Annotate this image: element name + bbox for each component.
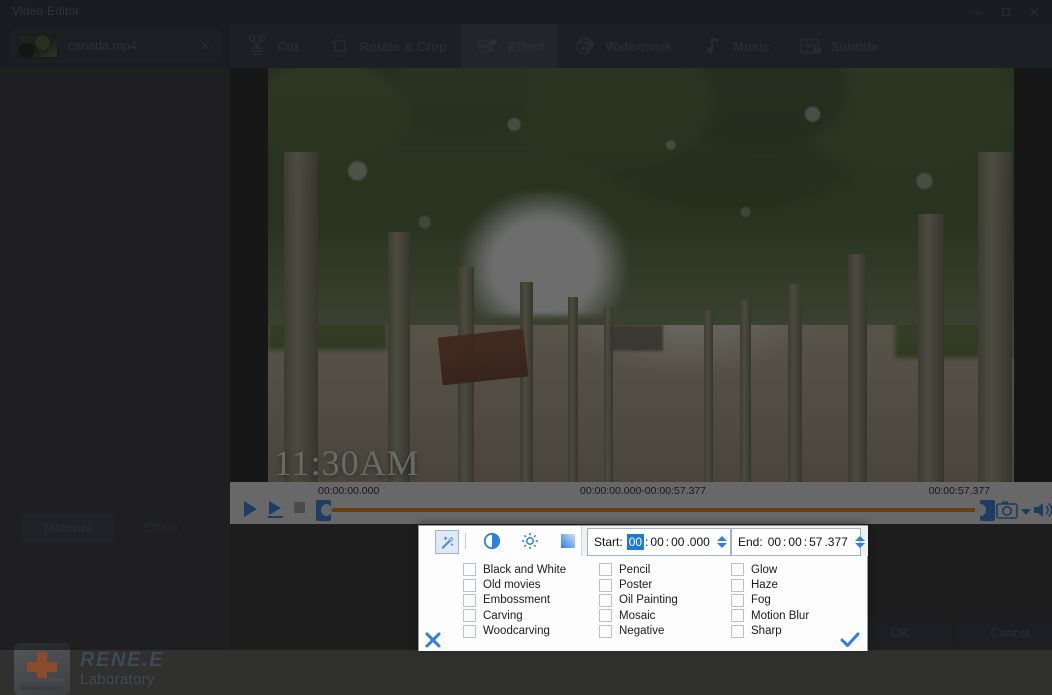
checkbox-label: Black and White <box>483 564 566 576</box>
checkbox-box[interactable] <box>463 579 476 592</box>
checkbox-row[interactable]: Oil Painting <box>599 593 678 608</box>
end-seconds[interactable]: 57 <box>808 535 823 549</box>
checkbox-box[interactable] <box>599 594 612 607</box>
checkbox-box[interactable] <box>463 609 476 622</box>
checkbox-label: Sharp <box>751 625 782 637</box>
end-minutes[interactable]: 00 <box>787 535 802 549</box>
checkbox-box[interactable] <box>599 625 612 638</box>
start-seconds[interactable]: 00 <box>670 535 685 549</box>
end-time-field[interactable]: End: 00 : 00 : 57 .377 <box>731 528 861 556</box>
brand-name: RENE.E <box>80 650 164 672</box>
start-minutes[interactable]: 00 <box>649 535 664 549</box>
start-time-label: Start: <box>588 535 627 549</box>
brand-logo: RENE.E Laboratory <box>14 643 164 695</box>
checkbox-box[interactable] <box>599 579 612 592</box>
checkbox-label: Mosaic <box>619 610 655 622</box>
checkbox-label: Pencil <box>619 564 650 576</box>
checkbox-box[interactable] <box>599 609 612 622</box>
checkbox-row[interactable]: Old movies <box>463 577 566 592</box>
checkbox-label: Fog <box>751 594 771 606</box>
start-time-field[interactable]: Start: 00 : 00 : 00 .000 <box>587 528 731 556</box>
effect-tool-row: Start: 00 : 00 : 00 .000 End: 00 : 00 : … <box>419 526 867 556</box>
checkbox-label: Motion Blur <box>751 610 809 622</box>
end-millis[interactable]: .377 <box>823 535 848 549</box>
effect-confirm-check-icon[interactable] <box>840 631 860 654</box>
checkbox-row[interactable]: Pencil <box>599 562 678 577</box>
checkbox-label: Woodcarving <box>483 625 550 637</box>
checkbox-row[interactable]: Woodcarving <box>463 624 566 639</box>
checkbox-box[interactable] <box>731 625 744 638</box>
checkbox-box[interactable] <box>599 563 612 576</box>
magic-wand-icon[interactable] <box>435 530 459 554</box>
start-time-stepper[interactable] <box>717 536 727 548</box>
end-time-stepper[interactable] <box>855 536 865 548</box>
contrast-icon[interactable] <box>481 530 503 552</box>
checkbox-label: Carving <box>483 610 523 622</box>
checkbox-row[interactable]: Motion Blur <box>731 608 809 623</box>
checkbox-box[interactable] <box>463 563 476 576</box>
checkbox-row[interactable]: Embossment <box>463 593 566 608</box>
start-millis[interactable]: .000 <box>685 535 710 549</box>
effect-column-1: Black and White Old movies Embossment Ca… <box>463 562 566 639</box>
end-hours[interactable]: 00 <box>767 535 782 549</box>
checkbox-label: Old movies <box>483 579 541 591</box>
toolbar-divider <box>465 533 466 549</box>
checkbox-label: Negative <box>619 625 664 637</box>
checkbox-row[interactable]: Poster <box>599 577 678 592</box>
gradient-square-icon[interactable] <box>557 530 579 552</box>
effect-cancel-x-icon[interactable] <box>424 631 442 654</box>
checkbox-label: Embossment <box>483 594 550 606</box>
checkbox-row[interactable]: Fog <box>731 593 809 608</box>
checkbox-box[interactable] <box>463 594 476 607</box>
checkbox-row[interactable]: Mosaic <box>599 608 678 623</box>
checkbox-row[interactable]: Carving <box>463 608 566 623</box>
checkbox-label: Haze <box>751 579 778 591</box>
checkbox-box[interactable] <box>731 609 744 622</box>
checkbox-box[interactable] <box>731 594 744 607</box>
checkbox-label: Oil Painting <box>619 594 678 606</box>
brightness-icon[interactable] <box>519 530 541 552</box>
checkbox-box[interactable] <box>463 625 476 638</box>
checkbox-row[interactable]: Haze <box>731 577 809 592</box>
checkbox-row[interactable]: Glow <box>731 562 809 577</box>
effect-column-3: Glow Haze Fog Motion Blur Sharp <box>731 562 809 639</box>
checkbox-row[interactable]: Sharp <box>731 624 809 639</box>
checkbox-label: Glow <box>751 564 777 576</box>
effect-column-2: Pencil Poster Oil Painting Mosaic Negati… <box>599 562 678 639</box>
rene-e-logo-icon <box>14 643 70 695</box>
end-time-label: End: <box>732 535 767 549</box>
effect-checkbox-grid: Black and White Old movies Embossment Ca… <box>419 562 867 644</box>
checkbox-row[interactable]: Negative <box>599 624 678 639</box>
checkbox-row[interactable]: Black and White <box>463 562 566 577</box>
checkbox-box[interactable] <box>731 579 744 592</box>
brand-subtitle: Laboratory <box>80 672 164 688</box>
checkbox-box[interactable] <box>731 563 744 576</box>
checkbox-label: Poster <box>619 579 652 591</box>
start-hours[interactable]: 00 <box>627 534 644 550</box>
effect-settings-panel: Start: 00 : 00 : 00 .000 End: 00 : 00 : … <box>418 525 868 651</box>
